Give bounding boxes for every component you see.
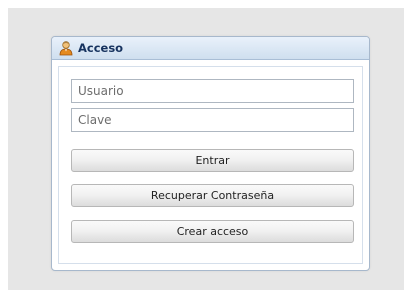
panel-body: Entrar Recuperar Contraseña Crear acceso bbox=[58, 66, 363, 264]
recover-password-button[interactable]: Recuperar Contraseña bbox=[71, 184, 354, 207]
panel-header: Acceso bbox=[52, 37, 369, 60]
username-input[interactable] bbox=[71, 79, 354, 103]
create-account-button[interactable]: Crear acceso bbox=[71, 220, 354, 243]
password-input[interactable] bbox=[71, 108, 354, 132]
login-panel: Acceso Entrar Recuperar Contraseña Crear… bbox=[51, 36, 370, 271]
login-button[interactable]: Entrar bbox=[71, 149, 354, 172]
user-icon bbox=[58, 40, 74, 56]
panel-title: Acceso bbox=[78, 41, 124, 55]
